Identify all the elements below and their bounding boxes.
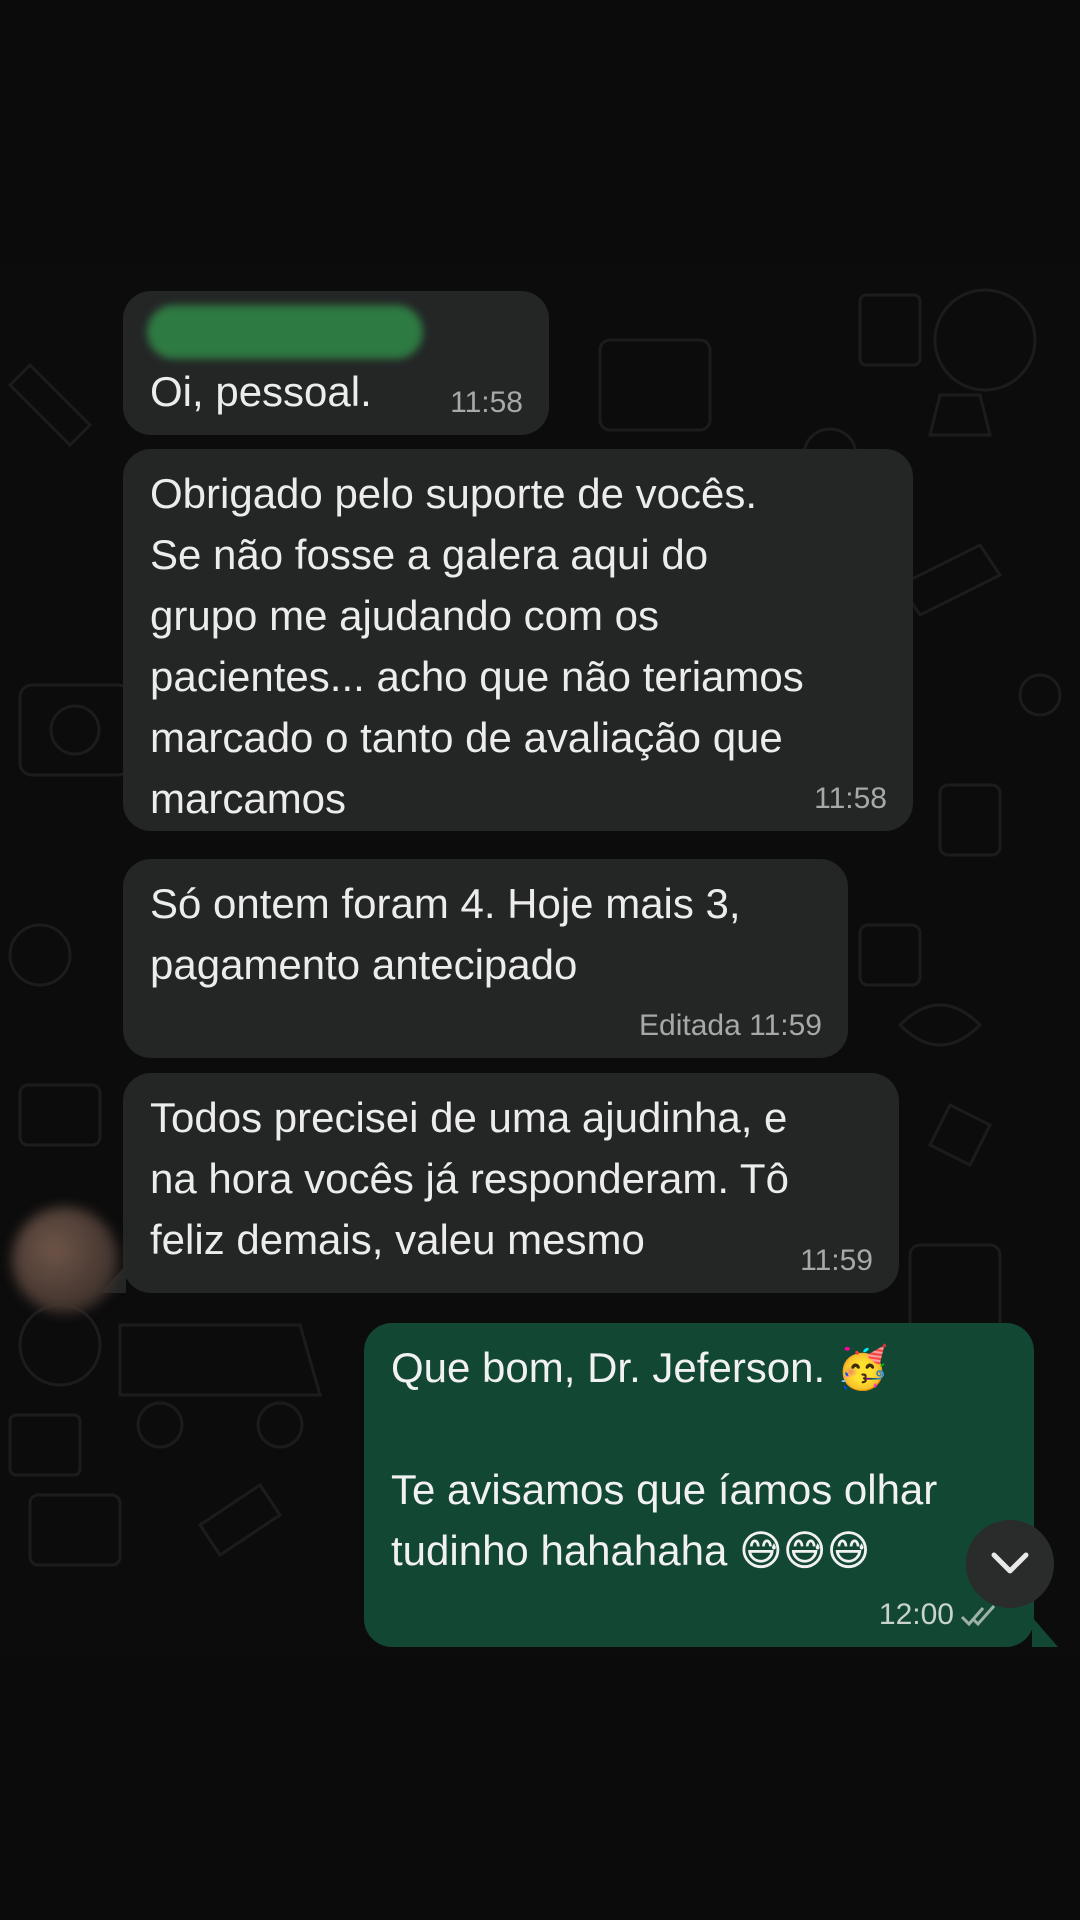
message-timestamp: 12:00 [879,1597,1000,1633]
chevron-down-icon [991,1552,1029,1574]
bubble-tail [1032,1617,1058,1647]
message-text: Oi, pessoal. [150,368,372,415]
message-bubble-outgoing[interactable]: Que bom, Dr. Jeferson. 🥳 Te avisamos que… [364,1323,1034,1647]
message-bubble-incoming[interactable]: Oi, pessoal. 11:58 [123,291,549,435]
message-timestamp: 11:58 [450,386,523,419]
sender-avatar[interactable] [12,1207,118,1313]
double-check-icon [960,1605,996,1627]
message-text: Obrigado pelo suporte de vocês. Se não f… [150,470,804,822]
message-timestamp: 11:58 [814,782,887,815]
message-bubble-incoming[interactable]: Só ontem foram 4. Hoje mais 3, pagamento… [123,859,848,1058]
edited-label: Editada [639,1009,741,1042]
message-timestamp: 11:59 [800,1244,873,1277]
message-bubble-incoming[interactable]: Todos precisei de uma ajudinha, e na hor… [123,1073,899,1293]
message-text: Que bom, Dr. Jeferson. 🥳 Te avisamos que… [391,1344,938,1574]
message-text: Só ontem foram 4. Hoje mais 3, pagamento… [150,880,741,988]
chat-area[interactable]: Oi, pessoal. 11:58 Obrigado pelo suporte… [0,265,1080,1655]
message-text: Todos precisei de uma ajudinha, e na hor… [150,1094,789,1263]
message-timestamp: Editada 11:59 [639,1009,822,1042]
sender-name-redacted [147,305,423,359]
scroll-to-bottom-button[interactable] [966,1520,1054,1608]
message-bubble-incoming[interactable]: Obrigado pelo suporte de vocês. Se não f… [123,449,913,831]
